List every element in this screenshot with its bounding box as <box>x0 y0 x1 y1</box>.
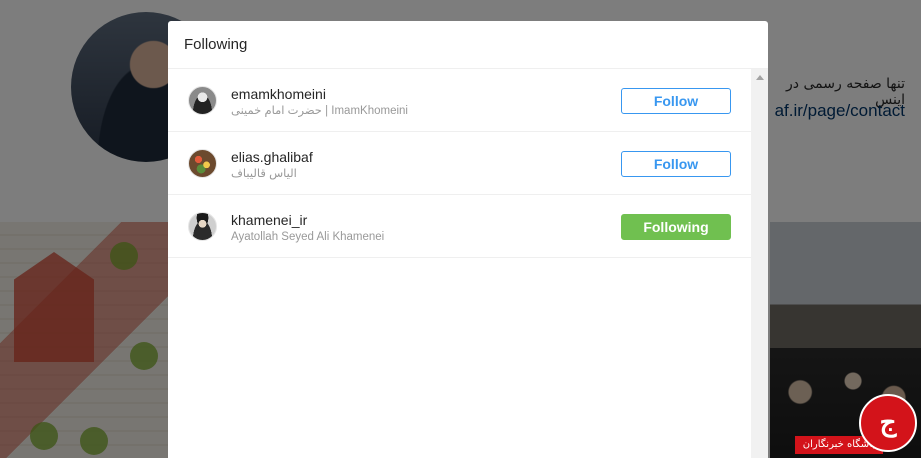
following-dialog: Following emamkhomeini حضرت امام خمینی |… <box>168 21 768 458</box>
dialog-header: Following <box>168 21 768 69</box>
user-fullname: Ayatollah Seyed Ali Khamenei <box>231 231 385 243</box>
following-button[interactable]: Following <box>621 214 731 240</box>
watermark-emblem-icon: ج <box>859 394 917 452</box>
list-scrollbar[interactable] <box>751 69 768 458</box>
user-avatar[interactable] <box>188 149 217 178</box>
dialog-title: Following <box>184 36 248 53</box>
following-row: khamenei_ir Ayatollah Seyed Ali Khamenei… <box>168 195 751 258</box>
follow-button[interactable]: Follow <box>621 151 731 177</box>
follow-button[interactable]: Follow <box>621 88 731 114</box>
user-fullname: حضرت امام خمینی | ImamKhomeini <box>231 105 408 117</box>
user-avatar[interactable] <box>188 86 217 115</box>
username-link[interactable]: elias.ghalibaf <box>231 148 313 166</box>
watermark-logo: باشگاه خبرنگاران ج <box>779 390 919 458</box>
following-list: emamkhomeini حضرت امام خمینی | ImamKhome… <box>168 69 751 258</box>
username-link[interactable]: khamenei_ir <box>231 211 384 229</box>
following-row: emamkhomeini حضرت امام خمینی | ImamKhome… <box>168 69 751 132</box>
scroll-up-icon[interactable] <box>756 75 764 80</box>
following-row: elias.ghalibaf الیاس قالیباف Follow <box>168 132 751 195</box>
user-avatar[interactable] <box>188 212 217 241</box>
user-fullname: الیاس قالیباف <box>231 168 297 180</box>
username-link[interactable]: emamkhomeini <box>231 85 408 103</box>
